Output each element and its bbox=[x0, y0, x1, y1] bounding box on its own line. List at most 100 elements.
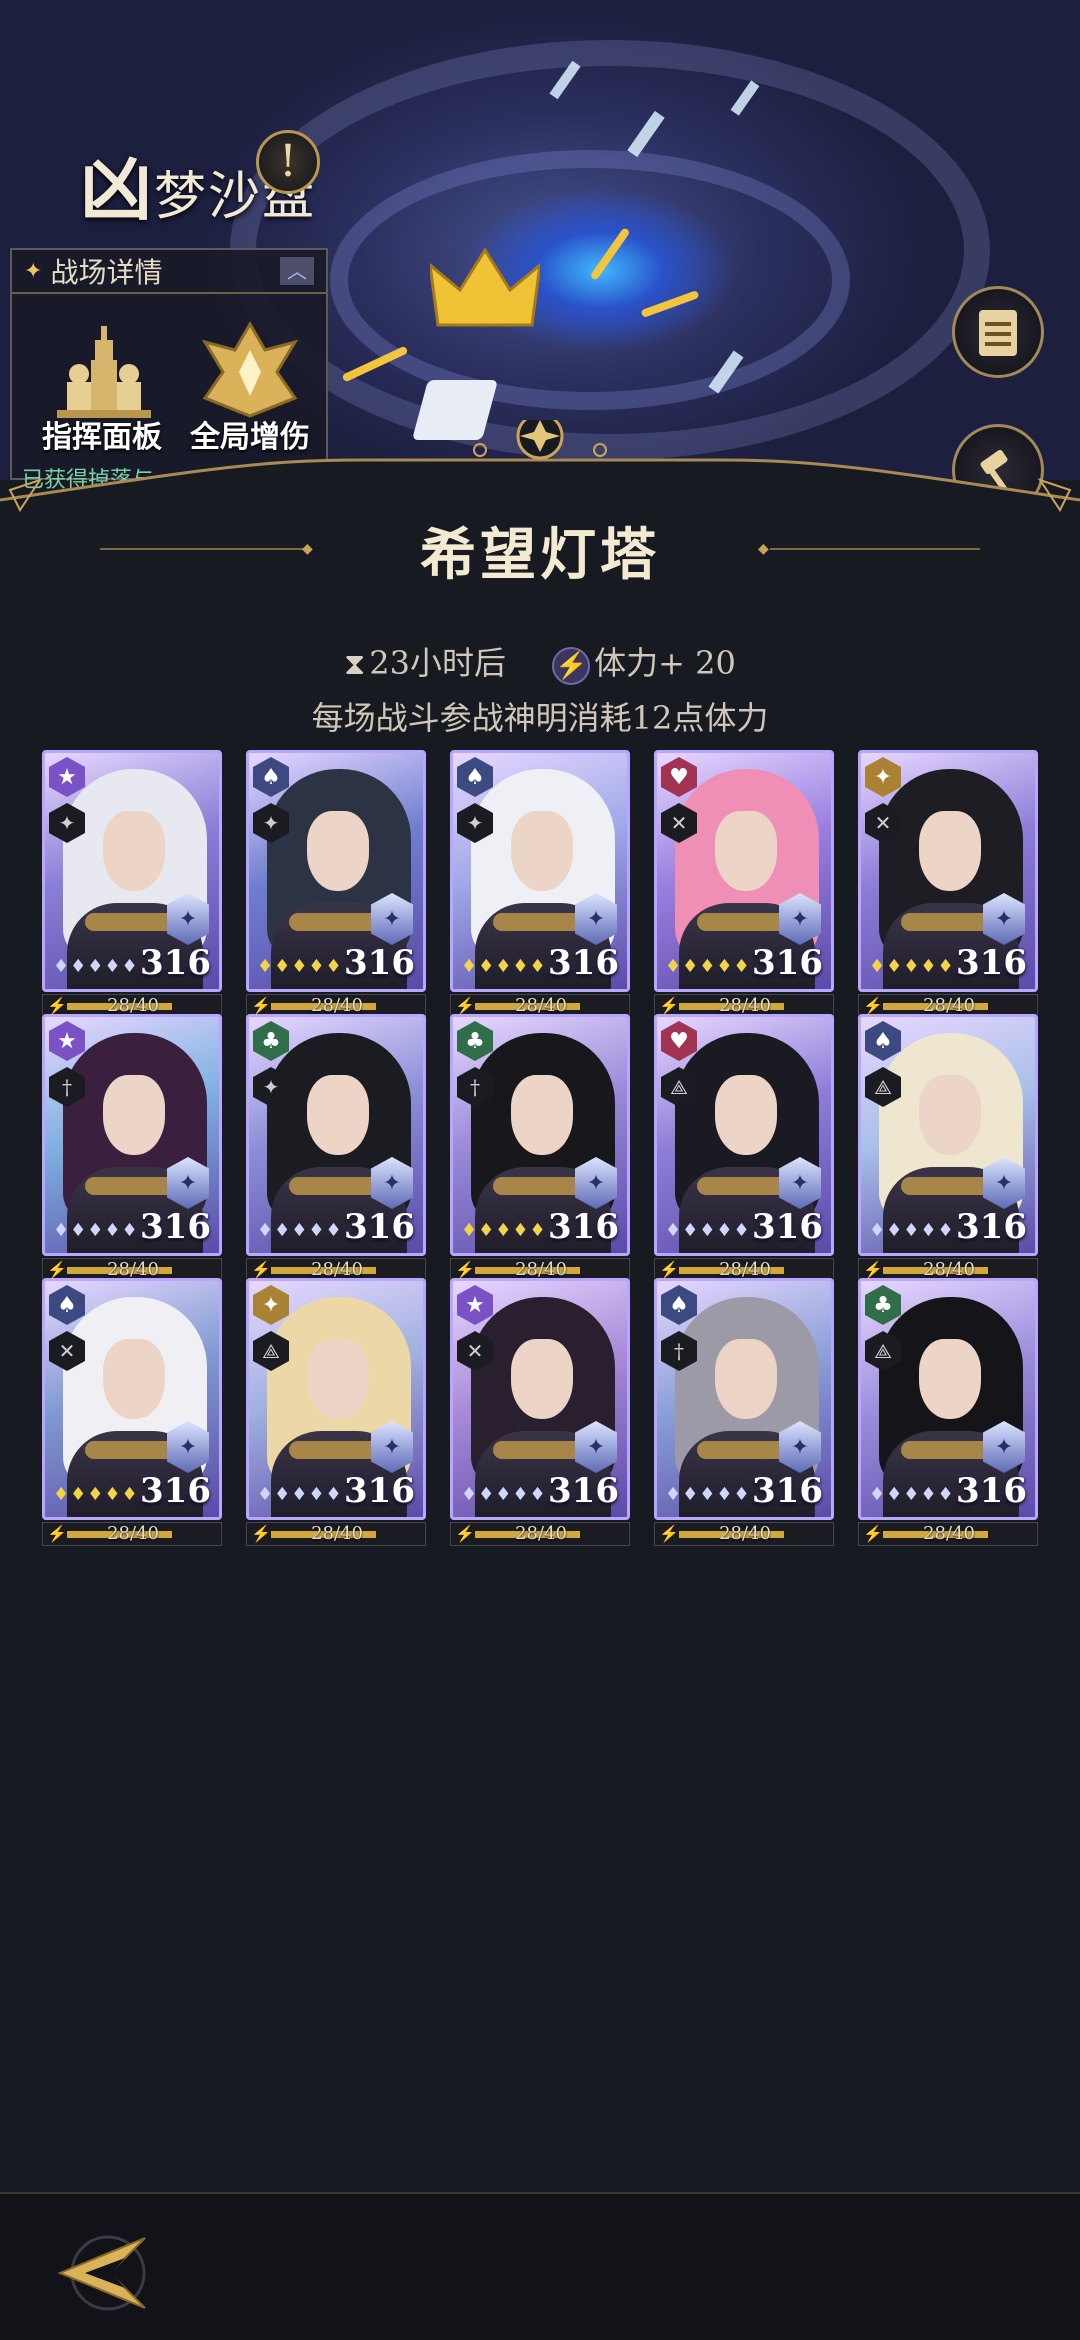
hero-level: 316 bbox=[752, 1207, 823, 1247]
hero-card[interactable]: ♣ ⟁ ✦ ♦♦♦♦♦ 316 ⚡ 28/40 bbox=[858, 1278, 1038, 1546]
star-gems: ♦♦♦♦♦ bbox=[461, 956, 547, 977]
hero-portrait: ♠ ⟁ ✦ ♦♦♦♦♦ 316 bbox=[858, 1014, 1038, 1256]
stamina-reward-text: 体力+ 20 bbox=[594, 644, 736, 682]
portrait-face bbox=[511, 811, 573, 891]
hero-level: 316 bbox=[548, 1471, 619, 1511]
portrait-face bbox=[511, 1075, 573, 1155]
hero-card[interactable]: ♣ † ✦ ♦♦♦♦♦ 316 ⚡ 28/40 bbox=[450, 1014, 630, 1282]
hero-level: 316 bbox=[956, 1207, 1027, 1247]
star-gems: ♦♦♦♦♦ bbox=[869, 1220, 955, 1241]
portrait-face bbox=[919, 1339, 981, 1419]
chevron-up-icon[interactable]: ︿ bbox=[280, 257, 314, 285]
hero-portrait: ✦ ✕ ✦ ♦♦♦♦♦ 316 bbox=[858, 750, 1038, 992]
star-gems: ♦♦♦♦♦ bbox=[257, 1484, 343, 1505]
portrait-face bbox=[715, 1339, 777, 1419]
timer-text: 23小时后 bbox=[369, 644, 506, 683]
portrait-face bbox=[103, 1339, 165, 1419]
hero-level: 316 bbox=[548, 1207, 619, 1247]
hero-portrait: ♠ ✦ ✦ ♦♦♦♦♦ 316 bbox=[246, 750, 426, 992]
crown-icon bbox=[430, 247, 540, 327]
hero-portrait: ♥ ⟁ ✦ ♦♦♦♦♦ 316 bbox=[654, 1014, 834, 1256]
star-gems: ♦♦♦♦♦ bbox=[665, 1484, 751, 1505]
bottom-bar bbox=[0, 2192, 1080, 2340]
hero-portrait: ♠ † ✦ ♦♦♦♦♦ 316 bbox=[654, 1278, 834, 1520]
hero-card[interactable]: ♠ † ✦ ♦♦♦♦♦ 316 ⚡ 28/40 bbox=[654, 1278, 834, 1546]
hero-level: 316 bbox=[752, 1471, 823, 1511]
hero-level: 316 bbox=[344, 1207, 415, 1247]
star-gems: ♦♦♦♦♦ bbox=[53, 956, 139, 977]
hero-portrait: ★ ✕ ✦ ♦♦♦♦♦ 316 bbox=[450, 1278, 630, 1520]
hero-card[interactable]: ♣ ✦ ✦ ♦♦♦♦♦ 316 ⚡ 28/40 bbox=[246, 1014, 426, 1282]
scroll-list-icon bbox=[979, 310, 1017, 356]
hero-level: 316 bbox=[140, 1207, 211, 1247]
hero-portrait: ♣ ✦ ✦ ♦♦♦♦♦ 316 bbox=[246, 1014, 426, 1256]
stamina-bar: ⚡ 28/40 bbox=[450, 1522, 630, 1546]
hero-card[interactable]: ♥ ⟁ ✦ ♦♦♦♦♦ 316 ⚡ 28/40 bbox=[654, 1014, 834, 1282]
hero-portrait: ♣ † ✦ ♦♦♦♦♦ 316 bbox=[450, 1014, 630, 1256]
hero-card[interactable]: ✦ ⟁ ✦ ♦♦♦♦♦ 316 ⚡ 28/40 bbox=[246, 1278, 426, 1546]
stamina-bar: ⚡ 28/40 bbox=[246, 1522, 426, 1546]
hero-level: 316 bbox=[752, 943, 823, 983]
stamina-text: 28/40 bbox=[923, 1523, 975, 1544]
hero-portrait: ♥ ✕ ✦ ♦♦♦♦♦ 316 bbox=[654, 750, 834, 992]
panel-title: 战场详情 bbox=[50, 256, 163, 289]
portrait-face bbox=[103, 1075, 165, 1155]
stamina-reward: ⚡ 体力+ 20 bbox=[552, 638, 736, 685]
hero-card[interactable]: ♠ ⟁ ✦ ♦♦♦♦♦ 316 ⚡ 28/40 bbox=[858, 1014, 1038, 1282]
hero-level: 316 bbox=[344, 1471, 415, 1511]
star-gems: ♦♦♦♦♦ bbox=[53, 1220, 139, 1241]
portrait-face bbox=[919, 811, 981, 891]
back-arrow-icon[interactable] bbox=[50, 2218, 160, 2328]
portrait-face bbox=[919, 1075, 981, 1155]
hero-portrait: ♠ ✕ ✦ ♦♦♦♦♦ 316 bbox=[42, 1278, 222, 1520]
hero-portrait: ★ † ✦ ♦♦♦♦♦ 316 bbox=[42, 1014, 222, 1256]
star-gems: ♦♦♦♦♦ bbox=[665, 956, 751, 977]
hero-level: 316 bbox=[548, 943, 619, 983]
alert-icon[interactable]: ! bbox=[256, 130, 320, 194]
reset-info: ⧗ 23小时后 ⚡ 体力+ 20 bbox=[0, 638, 1080, 685]
lightning-icon: ⚡ bbox=[552, 646, 591, 685]
hero-card[interactable]: ♥ ✕ ✦ ♦♦♦♦♦ 316 ⚡ 28/40 bbox=[654, 750, 834, 1018]
hero-card[interactable]: ✦ ✕ ✦ ♦♦♦♦♦ 316 ⚡ 28/40 bbox=[858, 750, 1038, 1018]
hero-card[interactable]: ♠ ✦ ✦ ♦♦♦♦♦ 316 ⚡ 28/40 bbox=[450, 750, 630, 1018]
hero-level: 316 bbox=[140, 1471, 211, 1511]
stamina-text: 28/40 bbox=[107, 1523, 159, 1544]
panel-header[interactable]: ✦ 战场详情 ︿ bbox=[12, 250, 326, 294]
stamina-text: 28/40 bbox=[719, 1523, 771, 1544]
portrait-face bbox=[715, 811, 777, 891]
star-gems: ♦♦♦♦♦ bbox=[869, 956, 955, 977]
scroll-list-button[interactable] bbox=[952, 286, 1044, 378]
hero-card[interactable]: ♠ ✦ ✦ ♦♦♦♦♦ 316 ⚡ 28/40 bbox=[246, 750, 426, 1018]
stamina-text: 28/40 bbox=[515, 1523, 567, 1544]
portrait-face bbox=[307, 811, 369, 891]
hero-portrait: ♣ ⟁ ✦ ♦♦♦♦♦ 316 bbox=[858, 1278, 1038, 1520]
star-gems: ♦♦♦♦♦ bbox=[665, 1220, 751, 1241]
hero-card[interactable]: ★ ✕ ✦ ♦♦♦♦♦ 316 ⚡ 28/40 bbox=[450, 1278, 630, 1546]
stamina-bar: ⚡ 28/40 bbox=[42, 1522, 222, 1546]
portrait-face bbox=[103, 811, 165, 891]
sparkle-icon: ✦ bbox=[24, 258, 43, 284]
star-gems: ♦♦♦♦♦ bbox=[53, 1484, 139, 1505]
stamina-text: 28/40 bbox=[311, 1523, 363, 1544]
star-gems: ♦♦♦♦♦ bbox=[461, 1220, 547, 1241]
hero-card[interactable]: ★ ✦ ✦ ♦♦♦♦♦ 316 ⚡ 28/40 bbox=[42, 750, 222, 1018]
hero-card[interactable]: ★ † ✦ ♦♦♦♦♦ 316 ⚡ 28/40 bbox=[42, 1014, 222, 1282]
hourglass-icon: ⧗ bbox=[344, 647, 366, 683]
hero-card[interactable]: ♠ ✕ ✦ ♦♦♦♦♦ 316 ⚡ 28/40 bbox=[42, 1278, 222, 1546]
chess-pieces-icon bbox=[57, 326, 151, 418]
page-title: 希望灯塔 bbox=[420, 522, 660, 588]
stamina-bar: ⚡ 28/40 bbox=[858, 1522, 1038, 1546]
hero-portrait: ★ ✦ ✦ ♦♦♦♦♦ 316 bbox=[42, 750, 222, 992]
stamina-bar: ⚡ 28/40 bbox=[654, 1522, 834, 1546]
portrait-face bbox=[511, 1339, 573, 1419]
golden-crest-icon bbox=[201, 320, 299, 418]
star-gems: ♦♦♦♦♦ bbox=[461, 1484, 547, 1505]
hero-level: 316 bbox=[956, 1471, 1027, 1511]
hero-level: 316 bbox=[140, 943, 211, 983]
timer: ⧗ 23小时后 bbox=[344, 638, 506, 684]
star-gems: ♦♦♦♦♦ bbox=[257, 956, 343, 977]
hero-portrait: ✦ ⟁ ✦ ♦♦♦♦♦ 316 bbox=[246, 1278, 426, 1520]
hero-level: 316 bbox=[344, 943, 415, 983]
portrait-face bbox=[307, 1339, 369, 1419]
stamina-note: 每场战斗参战神明消耗12点体力 bbox=[311, 699, 769, 737]
